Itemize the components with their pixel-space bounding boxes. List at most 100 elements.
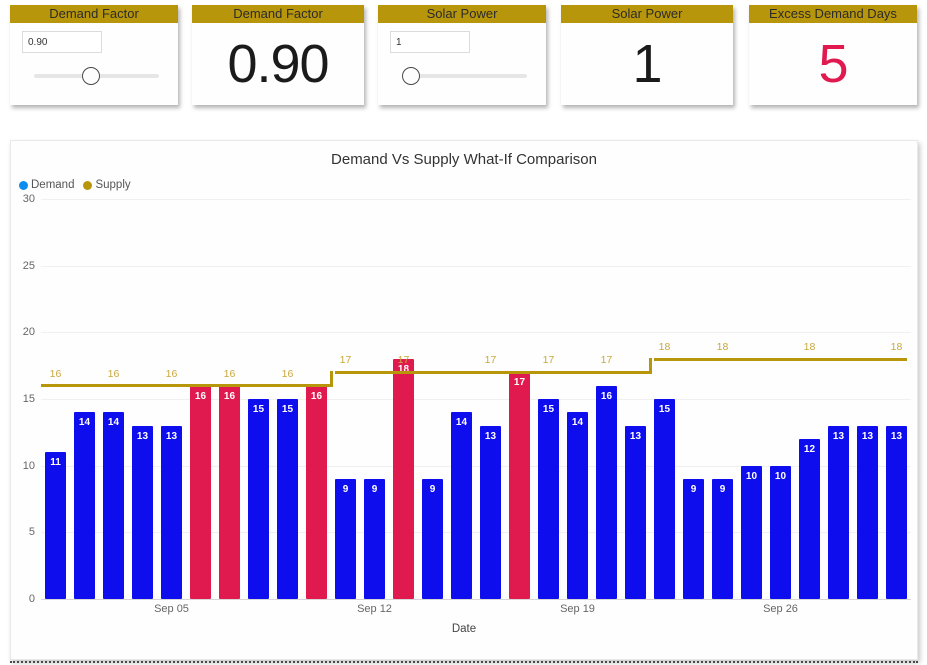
demand-bar[interactable]: 9 [682,479,705,599]
bar-value-label: 11 [50,457,61,469]
demand-supply-chart-panel: Demand Vs Supply What-If Comparison Dema… [10,140,918,660]
demand-bar[interactable]: 9 [363,479,386,599]
demand-bar[interactable]: 12 [798,439,821,599]
kpi-card-title: Demand Factor [192,5,364,23]
kpi-card-title: Solar Power [561,5,733,23]
supply-value-label: 16 [49,367,62,380]
slider-control[interactable] [34,67,159,85]
supply-line-riser [329,370,333,388]
x-axis-tick-label: Sep 12 [357,603,392,615]
kpi-card-title: Demand Factor [10,5,178,23]
slider-value-input[interactable]: 0.90 [22,31,102,53]
bar-value-label: 10 [745,470,758,482]
demand-bar[interactable]: 13 [160,425,183,599]
demand-bar[interactable]: 16 [595,385,618,599]
legend-label: Supply [95,179,131,191]
slider-value-input[interactable]: 1 [390,31,470,53]
y-axis-tick-label: 30 [22,193,35,205]
demand-bar[interactable]: 9 [711,479,734,599]
demand-bar[interactable]: 9 [421,479,444,599]
demand-bar[interactable]: 15 [276,399,299,599]
kpi-card-2: Demand Factor 0.90 [192,5,364,105]
y-axis-tick-label: 25 [22,259,35,272]
demand-bar-excess[interactable]: 17 [508,372,531,599]
bar-value-label: 13 [861,430,874,442]
demand-bar[interactable]: 13 [827,425,850,599]
bar-value-label: 13 [165,430,178,442]
demand-bar[interactable]: 11 [44,452,67,599]
supply-line-riser [648,357,652,374]
demand-bar-excess[interactable]: 16 [218,385,241,599]
demand-bar[interactable]: 13 [479,425,502,599]
demand-bar[interactable]: 15 [653,399,676,599]
plot-area: 0 5 10 15 20 25 30 11 14 14 13 13 16 16 15 15 16 9 9 18 9 14 1… [23,193,911,605]
demand-bar-excess[interactable]: 18 [392,359,415,599]
demand-bar[interactable]: 14 [566,412,589,599]
y-axis-tick-label: 10 [22,459,35,472]
supply-value-label: 17 [397,354,410,367]
bar-value-label: 15 [658,404,671,415]
demand-bar[interactable]: 13 [856,425,879,599]
slider-control[interactable] [402,67,527,85]
demand-bar[interactable]: 9 [334,479,357,599]
demand-bar[interactable]: 15 [537,399,560,599]
slider-thumb[interactable] [402,67,420,85]
demand-bar[interactable]: 14 [450,412,473,599]
slider-thumb[interactable] [82,67,101,85]
demand-bar[interactable]: 14 [73,412,96,599]
bar-value-label: 13 [136,430,149,442]
bar-value-label: 13 [484,430,497,442]
demand-bar[interactable]: 15 [247,399,270,599]
kpi-card-body: 0.90 [10,23,178,105]
demand-bar[interactable]: 14 [102,412,125,599]
supply-value-label: 18 [890,341,903,353]
kpi-card-row: Demand Factor 0.90 Demand Factor 0.90 Solar … [0,0,927,112]
bar-value-label: 16 [194,390,207,402]
demand-bar[interactable]: 13 [131,425,154,599]
bar-value-label: 14 [107,417,120,429]
chart-legend: Demand Supply [19,179,131,191]
bar-value-label: 16 [600,390,613,402]
legend-item-demand[interactable]: Demand [19,179,74,191]
bar-value-label: 15 [281,404,294,415]
bar-value-label: 9 [342,484,349,495]
kpi-card-title: Excess Demand Days [749,5,917,23]
kpi-card-body: 1 [561,23,733,105]
demand-bar[interactable]: 10 [769,465,792,599]
x-axis-tick-label: Sep 26 [763,603,798,615]
bar-value-label: 13 [832,430,845,442]
bottom-dotted-divider [10,661,918,663]
supply-value-label: 18 [716,341,729,353]
slider-track[interactable] [402,74,527,78]
kpi-card-3: Solar Power 1 [378,5,546,105]
supply-value-label: 18 [658,341,671,353]
kpi-card-body: 5 [749,23,917,105]
supply-value-label: 17 [542,354,555,367]
bar-value-label: 15 [542,404,555,415]
demand-bar-excess[interactable]: 16 [189,385,212,599]
bar-value-label: 17 [513,377,526,389]
supply-value-label: 16 [165,367,178,380]
supply-value-label: 17 [484,354,497,367]
supply-value-label: 18 [803,341,816,353]
y-gridline [41,199,911,200]
kpi-card-body: 1 [378,23,546,105]
bar-value-label: 10 [774,470,787,482]
demand-bar[interactable]: 13 [885,425,908,599]
demand-bar[interactable]: 13 [624,425,647,599]
bar-value-label: 9 [690,484,697,495]
y-gridline [41,265,911,267]
bar-value-label: 9 [719,484,726,495]
y-axis-tick-label: 0 [28,593,35,605]
y-axis-tick-label: 20 [22,326,35,339]
bar-value-label: 14 [455,417,468,429]
bar-value-label: 13 [890,430,903,442]
bar-value-label: 16 [310,390,323,402]
demand-bar-excess[interactable]: 16 [305,385,328,599]
demand-bar[interactable]: 10 [740,465,763,599]
legend-item-supply[interactable]: Supply [83,179,131,191]
x-axis-title: Date [451,623,477,635]
bar-value-label: 14 [78,417,91,429]
supply-value-label: 16 [107,367,120,380]
y-axis-tick-label: 5 [28,526,35,539]
